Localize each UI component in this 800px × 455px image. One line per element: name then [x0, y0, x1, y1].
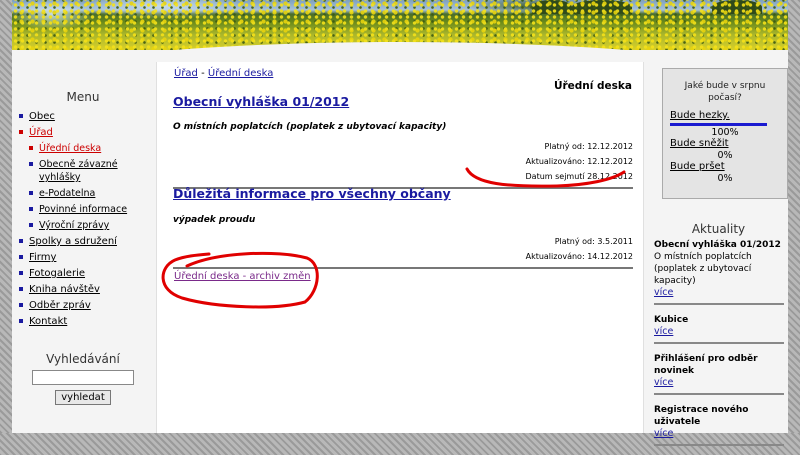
menu-item: Úřad: [18, 126, 148, 139]
menu-item-link[interactable]: Obecně závazné vyhlášky: [39, 159, 118, 183]
news-item-title: Kubice: [654, 315, 689, 325]
removal-date: Datum sejmutí 28.12.2012: [525, 172, 634, 181]
notice-title-link[interactable]: Obecní vyhláška 01/2012: [173, 94, 349, 109]
menu-item-link[interactable]: Kniha návštěv: [29, 284, 100, 295]
menu-item: Fotogalerie: [18, 267, 148, 280]
poll-option: Bude hezky.: [670, 110, 787, 121]
news-item: Registrace nového uživatele více: [654, 404, 784, 446]
left-sidebar: Menu Obec Úřad Úřední deska Obecně závazné …: [18, 90, 148, 405]
poll-option-link[interactable]: Bude hezky.: [670, 110, 730, 121]
valid-from: Platný od: 12.12.2012: [544, 142, 633, 151]
updated: Aktualizováno: 12.12.2012: [525, 157, 633, 166]
menu-item: Obec: [18, 110, 148, 123]
menu-item-link[interactable]: Výroční zprávy: [39, 220, 109, 231]
news-item-title: Registrace nového uživatele: [654, 405, 749, 427]
menu-item: e-Podatelna: [18, 187, 148, 200]
news-more-link[interactable]: více: [654, 326, 673, 337]
menu-item: Povinné informace: [18, 203, 148, 216]
news-item-title: Obecní vyhláška 01/2012: [654, 240, 781, 250]
breadcrumb-separator: -: [197, 68, 208, 79]
menu-title: Menu: [66, 90, 100, 104]
menu-item-link[interactable]: Kontakt: [29, 316, 67, 327]
poll-percent: 0%: [717, 150, 733, 161]
menu-item: Kontakt: [18, 315, 148, 328]
page-title: Úřední deska: [553, 80, 632, 92]
menu-item: Kniha návštěv: [18, 283, 148, 296]
news-item: Přihlášení pro odběr novinek více: [654, 353, 784, 395]
poll-question: Jaké bude v srpnu počasí?: [684, 81, 766, 103]
notice-entry: Důležitá informace pro všechny občany vý…: [173, 186, 633, 269]
news-item-desc: O místních poplatcích (poplatek z ubytov…: [654, 252, 752, 286]
poll-option-link[interactable]: Bude sněžit: [670, 138, 729, 149]
news-item: Kubice více: [654, 314, 784, 344]
menu-item: Výroční zprávy: [18, 219, 148, 232]
news-more-link[interactable]: více: [654, 377, 673, 388]
menu-item-link[interactable]: Spolky a sdružení: [29, 236, 117, 247]
main-menu: Obec Úřad Úřední deska Obecně závazné vyhlá…: [18, 110, 148, 328]
notice-meta: Platný od: 12.12.2012 Aktualizováno: 12.…: [173, 139, 634, 184]
news-more-link[interactable]: více: [654, 287, 673, 298]
news-item-title: Přihlášení pro odběr novinek: [654, 354, 758, 376]
menu-item: Odběr zpráv: [18, 299, 148, 312]
news-more-link[interactable]: více: [654, 428, 673, 439]
poll-option: Bude sněžit: [670, 138, 787, 149]
menu-item-link[interactable]: e-Podatelna: [39, 188, 95, 199]
poll-percent: 0%: [717, 173, 733, 184]
menu-item-link[interactable]: Obec: [29, 111, 55, 122]
archive-link[interactable]: Úřední deska - archiv změn: [174, 271, 311, 282]
search-input[interactable]: [32, 370, 134, 385]
menu-item-link[interactable]: Úřad: [29, 127, 53, 138]
news-title: Aktuality: [691, 222, 746, 236]
breadcrumb: Úřad - Úřední deska: [174, 68, 273, 79]
menu-item: Obecně závazné vyhlášky: [18, 158, 148, 184]
poll-result-bar: [670, 123, 767, 126]
breadcrumb-home-link[interactable]: Úřad: [174, 68, 198, 79]
menu-item-link[interactable]: Fotogalerie: [29, 268, 85, 279]
menu-item-link[interactable]: Odběr zpráv: [29, 300, 91, 311]
main-content: Úřad - Úřední deska Úřední deska Obecní …: [156, 62, 644, 433]
updated: Aktualizováno: 14.12.2012: [525, 252, 633, 261]
poll-percent: 100%: [711, 127, 739, 138]
notice-entry: Obecní vyhláška 01/2012 O místních popla…: [173, 94, 633, 189]
breadcrumb-current-link[interactable]: Úřední deska: [208, 68, 273, 79]
poll-widget: Jaké bude v srpnu počasí? Bude hezky. 10…: [662, 68, 788, 199]
notice-title-link[interactable]: Důležitá informace pro všechny občany: [173, 186, 451, 201]
valid-from: Platný od: 3.5.2011: [554, 237, 633, 246]
search-button[interactable]: vyhledat: [55, 390, 111, 405]
news-item: Obecní vyhláška 01/2012 O místních poplat…: [654, 239, 784, 305]
menu-item: Firmy: [18, 251, 148, 264]
news-list: Obecní vyhláška 01/2012 O místních poplat…: [654, 239, 784, 455]
notice-meta: Platný od: 3.5.2011 Aktualizováno: 14.12…: [173, 234, 633, 264]
notice-subtitle: výpadek proudu: [173, 215, 256, 225]
entry-divider: [173, 267, 633, 269]
menu-item-link[interactable]: Úřední deska: [39, 143, 101, 154]
menu-item: Úřední deska: [18, 142, 148, 155]
notice-subtitle: O místních poplatcích (poplatek z ubytov…: [173, 122, 447, 132]
search-title: Vyhledávání: [46, 352, 120, 366]
poll-option: Bude pršet: [670, 161, 787, 172]
menu-item-link[interactable]: Firmy: [29, 252, 56, 263]
menu-item-link[interactable]: Povinné informace: [39, 204, 127, 215]
poll-option-link[interactable]: Bude pršet: [670, 161, 725, 172]
menu-item: Spolky a sdružení: [18, 235, 148, 248]
